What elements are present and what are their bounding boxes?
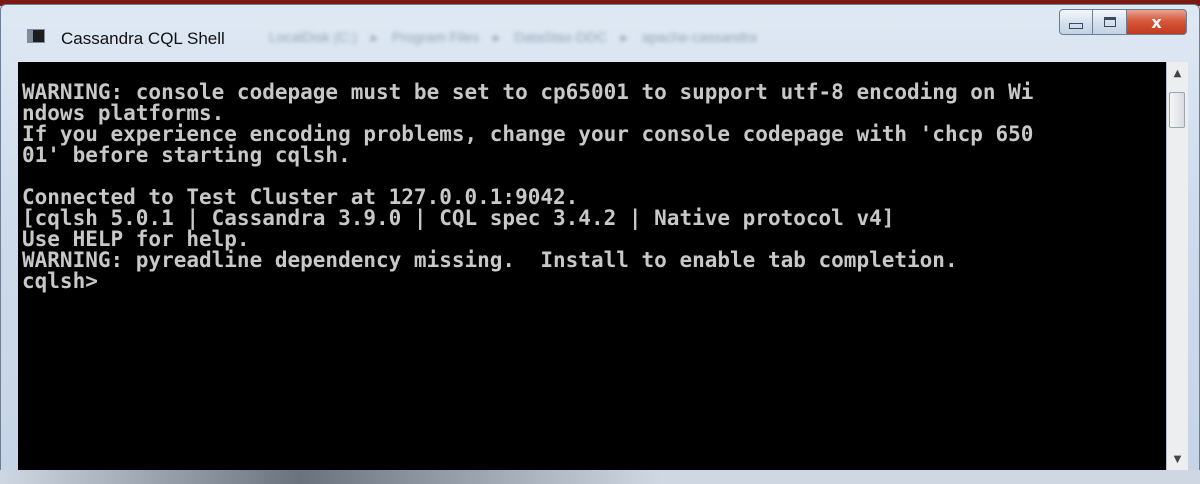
maximize-icon: [1103, 17, 1116, 27]
console-window-icon[interactable]: [27, 29, 45, 43]
breadcrumb-separator-icon: ▸: [370, 28, 378, 45]
breadcrumb-item: Program Files: [391, 29, 480, 45]
desktop-bottom-edge: [0, 470, 1200, 484]
console-text: WARNING: console codepage must be set to…: [22, 82, 1033, 292]
background-breadcrumb: LocalDisk (C:) ▸ Program Files ▸ DataSta…: [269, 27, 989, 47]
caption-buttons: x: [1059, 9, 1187, 37]
breadcrumb-separator-icon: ▸: [493, 28, 501, 45]
title-bar[interactable]: Cassandra CQL Shell LocalDisk (C:) ▸ Pro…: [1, 5, 1199, 63]
minimize-button[interactable]: [1059, 9, 1093, 35]
cqlsh-prompt[interactable]: cqlsh>: [22, 269, 98, 293]
minimize-icon: [1069, 23, 1083, 29]
breadcrumb-item: LocalDisk (C:): [269, 29, 357, 45]
vertical-scrollbar[interactable]: ▲ ▼: [1166, 62, 1188, 470]
close-button[interactable]: x: [1127, 9, 1187, 35]
close-icon: x: [1151, 12, 1162, 32]
maximize-button[interactable]: [1093, 9, 1127, 35]
scroll-down-arrow-icon[interactable]: ▼: [1167, 448, 1188, 470]
scroll-thumb[interactable]: [1169, 92, 1185, 128]
window-title: Cassandra CQL Shell: [61, 29, 225, 48]
breadcrumb-separator-icon: ▸: [620, 28, 628, 45]
breadcrumb-item: apache-cassandra: [641, 29, 757, 45]
console-output[interactable]: WARNING: console codepage must be set to…: [18, 62, 1166, 470]
console-line: WARNING: pyreadline dependency missing. …: [22, 248, 958, 272]
console-line: 01' before starting cqlsh.: [22, 143, 351, 167]
breadcrumb-item: DataStax-DDC: [514, 29, 607, 45]
scroll-up-arrow-icon[interactable]: ▲: [1167, 62, 1188, 84]
